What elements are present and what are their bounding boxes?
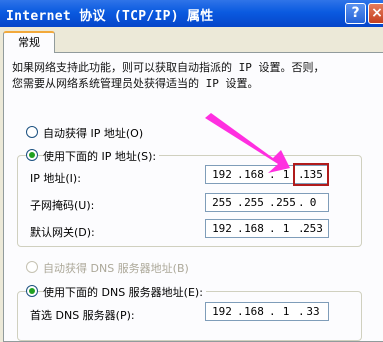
intro-text: 如果网络支持此功能，则可以获取自动指派的 IP 设置。否则， 您需要从网络系统管… [12, 60, 377, 92]
gateway-octet-1[interactable]: 192 [210, 220, 234, 237]
subnet-mask-label: 子网掩码(U): [30, 199, 95, 212]
dns-octet-3[interactable]: 1 [274, 303, 298, 320]
subnet-octet-3[interactable]: 255 [274, 194, 298, 211]
title-bar: Internet 协议 (TCP/IP) 属性 ? × [0, 0, 383, 27]
preferred-dns-label: 首选 DNS 服务器(P): [30, 309, 135, 322]
radio-auto-ip-label[interactable]: 自动获得 IP 地址(O) [43, 125, 143, 141]
gateway-input[interactable]: 192 . 168 . 1 . 253 [205, 219, 329, 238]
subnet-octet-1[interactable]: 255 [210, 194, 234, 211]
close-button[interactable]: × [368, 3, 383, 24]
ip-address-label: IP 地址(I): [30, 172, 81, 185]
radio-manual-ip-label[interactable]: 使用下面的 IP 地址(S): [43, 148, 160, 164]
gateway-label: 默认网关(D): [30, 226, 95, 239]
radio-auto-dns-label[interactable]: 自动获得 DNS 服务器地址(B) [43, 260, 189, 276]
window-title: Internet 协议 (TCP/IP) 属性 [6, 9, 214, 24]
radio-manual-dns-label[interactable]: 使用下面的 DNS 服务器地址(E): [43, 284, 206, 300]
intro-line-2: 您需要从网络系统管理员处获得适当的 IP 设置。 [12, 77, 259, 90]
ip-octet-1[interactable]: 192 [210, 166, 234, 183]
radio-auto-ip[interactable] [26, 126, 38, 138]
dns-octet-1[interactable]: 192 [210, 303, 234, 320]
radio-manual-dns[interactable] [26, 285, 38, 297]
intro-line-1: 如果网络支持此功能，则可以获取自动指派的 IP 设置。否则， [12, 61, 325, 74]
help-button[interactable]: ? [345, 3, 366, 24]
gateway-octet-2[interactable]: 168 [242, 220, 266, 237]
dns-octet-2[interactable]: 168 [242, 303, 266, 320]
gateway-octet-4[interactable]: 253 [301, 220, 325, 237]
highlight-box [293, 163, 329, 186]
subnet-octet-4[interactable]: 0 [301, 194, 325, 211]
tab-general[interactable]: 常规 [3, 31, 55, 53]
subnet-octet-2[interactable]: 255 [242, 194, 266, 211]
radio-auto-dns[interactable] [26, 261, 38, 273]
subnet-mask-input[interactable]: 255 . 255 . 255 . 0 [205, 193, 329, 212]
ip-octet-2[interactable]: 168 [242, 166, 266, 183]
gateway-octet-3[interactable]: 1 [274, 220, 298, 237]
radio-manual-ip[interactable] [26, 149, 38, 161]
dns-octet-4[interactable]: 33 [301, 303, 325, 320]
preferred-dns-input[interactable]: 192 . 168 . 1 . 33 [205, 302, 329, 321]
